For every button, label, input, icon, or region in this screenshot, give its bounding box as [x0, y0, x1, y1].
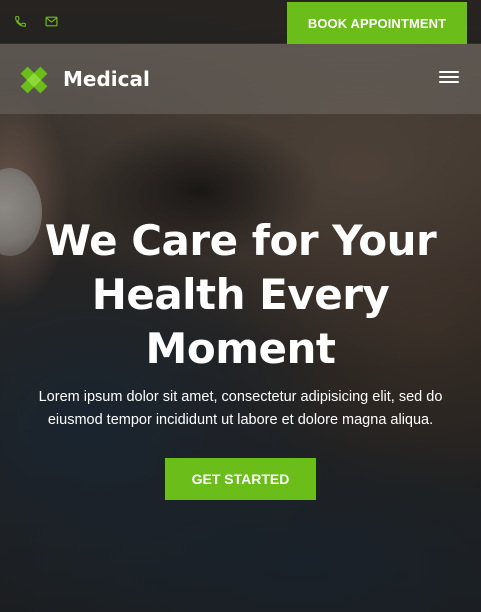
get-started-button[interactable]: GET STARTED: [165, 458, 316, 500]
hero-description: Lorem ipsum dolor sit amet, consectetur …: [38, 389, 443, 428]
phone-icon[interactable]: [13, 14, 27, 28]
top-bar: BOOK APPOINTMENT: [0, 0, 481, 44]
hero-title: We Care for Your Health Every Moment: [44, 216, 437, 373]
book-appointment-button[interactable]: BOOK APPOINTMENT: [287, 2, 467, 44]
brand-name[interactable]: Medical: [63, 67, 150, 91]
site-header: Medical: [0, 44, 481, 114]
medical-cross-logo-icon[interactable]: [18, 64, 50, 96]
envelope-icon[interactable]: [44, 14, 58, 28]
hamburger-menu-icon[interactable]: [437, 68, 461, 88]
